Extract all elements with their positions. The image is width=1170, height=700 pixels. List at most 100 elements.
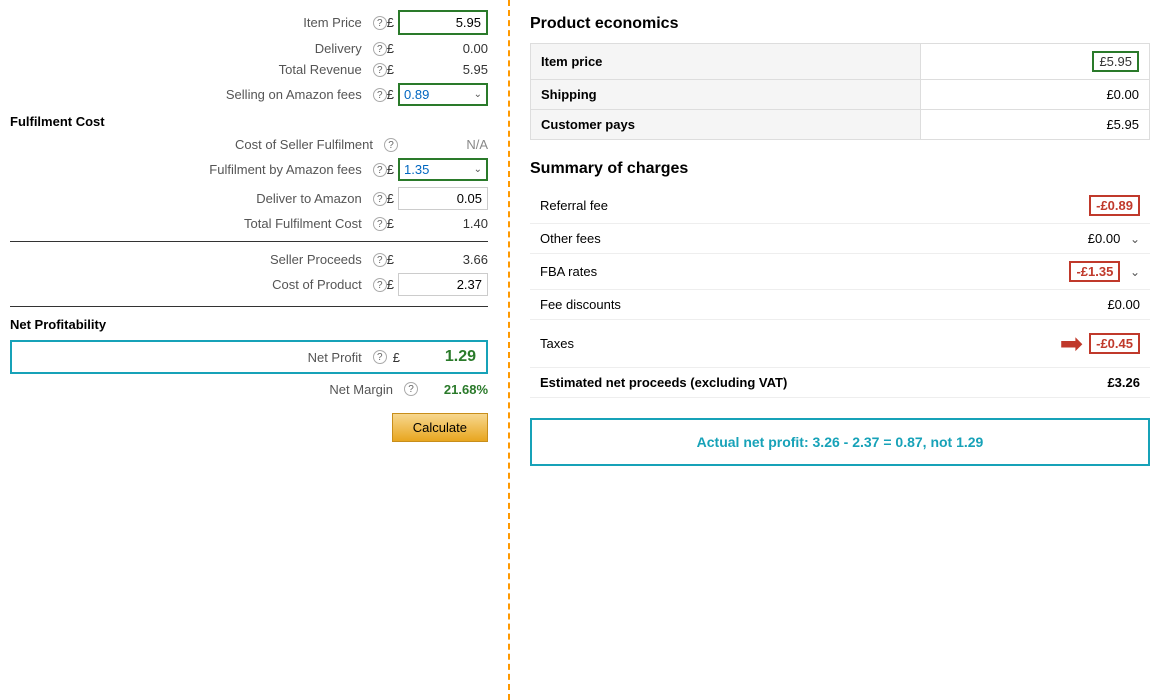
selling-fees-value: 0.89 [404, 87, 429, 102]
other-fees-value: £0.00 [1088, 231, 1121, 246]
item-price-row: Item Price ? £ [10, 10, 488, 35]
total-revenue-label: Total Revenue [10, 62, 362, 77]
net-margin-label: Net Margin [329, 382, 393, 397]
net-proceeds-label: Estimated net proceeds (excluding VAT) [530, 368, 981, 398]
left-panel: Item Price ? £ Delivery ? £ 0.00 Total R… [0, 0, 510, 700]
referral-fee-value: -£0.89 [1089, 195, 1140, 216]
selling-fees-info-icon[interactable]: ? [373, 88, 387, 102]
total-fulfilment-value: 1.40 [398, 216, 488, 231]
fulfilment-cost-title: Fulfilment Cost [10, 114, 488, 129]
item-price-info-icon[interactable]: ? [373, 16, 387, 30]
deliver-amazon-info-icon[interactable]: ? [373, 192, 387, 206]
deliver-amazon-row: Deliver to Amazon ? £ [10, 187, 488, 210]
referral-fee-row: Referral fee -£0.89 [530, 188, 1150, 224]
delivery-label: Delivery [10, 41, 362, 56]
deliver-amazon-label: Deliver to Amazon [10, 191, 362, 206]
total-revenue-info-icon[interactable]: ? [373, 63, 387, 77]
other-fees-row: Other fees £0.00 ⌄ [530, 224, 1150, 254]
product-economics-section: Product economics Item price £5.95 Shipp… [530, 15, 1150, 140]
selling-fees-row: Selling on Amazon fees ? £ 0.89 ⌄ [10, 83, 488, 106]
total-revenue-row: Total Revenue ? £ 5.95 [10, 62, 488, 77]
actual-net-profit-text: Actual net profit: 3.26 - 2.37 = 0.87, n… [697, 434, 984, 450]
net-profit-box: Net Profit ? £ 1.29 [10, 340, 488, 374]
selling-fees-dropdown[interactable]: 0.89 ⌄ [398, 83, 488, 106]
fba-rates-label: FBA rates [530, 254, 981, 290]
delivery-row: Delivery ? £ 0.00 [10, 41, 488, 56]
cost-of-product-input[interactable] [398, 273, 488, 296]
net-margin-info-icon[interactable]: ? [404, 382, 418, 396]
fba-fees-row: Fulfilment by Amazon fees ? £ 1.35 ⌄ [10, 158, 488, 181]
fba-fees-dropdown[interactable]: 1.35 ⌄ [398, 158, 488, 181]
net-proceeds-row: Estimated net proceeds (excluding VAT) £… [530, 368, 1150, 398]
total-fulfilment-row: Total Fulfilment Cost ? £ 1.40 [10, 216, 488, 231]
cost-seller-row: Cost of Seller Fulfilment ? N/A [10, 137, 488, 152]
cost-seller-value: N/A [398, 137, 488, 152]
right-panel: Product economics Item price £5.95 Shipp… [510, 0, 1170, 700]
referral-fee-label: Referral fee [530, 188, 981, 224]
calculate-button[interactable]: Calculate [392, 413, 488, 442]
seller-proceeds-info-icon[interactable]: ? [373, 253, 387, 267]
taxes-label: Taxes [530, 320, 981, 368]
cost-of-product-info-icon[interactable]: ? [373, 278, 387, 292]
fee-discounts-value: £0.00 [1107, 297, 1140, 312]
selling-fees-arrow-icon: ⌄ [474, 89, 482, 100]
fee-discounts-row: Fee discounts £0.00 [530, 290, 1150, 320]
deliver-amazon-input[interactable] [398, 187, 488, 210]
delivery-value: 0.00 [398, 41, 488, 56]
net-profitability-title: Net Profitability [10, 317, 488, 332]
separator-1 [10, 241, 488, 242]
actual-net-profit-box: Actual net profit: 3.26 - 2.37 = 0.87, n… [530, 418, 1150, 466]
product-economics-table: Item price £5.95 Shipping £0.00 Customer… [530, 43, 1150, 140]
net-profit-value: 1.29 [406, 348, 476, 366]
cost-seller-label: Cost of Seller Fulfilment [10, 137, 373, 152]
summary-section: Summary of charges Referral fee -£0.89 O… [530, 160, 1150, 398]
econ-customer-pays-label: Customer pays [531, 110, 921, 140]
fba-fees-value: 1.35 [404, 162, 429, 177]
other-fees-chevron-icon[interactable]: ⌄ [1130, 232, 1140, 246]
seller-proceeds-value: 3.66 [398, 252, 488, 267]
net-margin-value: 21.68% [418, 382, 488, 397]
econ-item-price-box: £5.95 [1092, 51, 1139, 72]
econ-customer-pays-value: £5.95 [920, 110, 1149, 140]
total-fulfilment-label: Total Fulfilment Cost [10, 216, 362, 231]
summary-title: Summary of charges [530, 160, 1150, 178]
econ-shipping-value: £0.00 [920, 80, 1149, 110]
fba-rates-row: FBA rates -£1.35 ⌄ [530, 254, 1150, 290]
fba-fees-info-icon[interactable]: ? [373, 163, 387, 177]
cost-seller-info-icon[interactable]: ? [384, 138, 398, 152]
taxes-value-cell: ➡ -£0.45 [981, 320, 1150, 368]
taxes-value: -£0.45 [1089, 333, 1140, 354]
econ-item-price-label: Item price [531, 44, 921, 80]
seller-proceeds-label: Seller Proceeds [10, 252, 362, 267]
net-profit-currency: £ [393, 350, 400, 365]
fba-fees-label: Fulfilment by Amazon fees [10, 162, 362, 177]
econ-customer-pays-row: Customer pays £5.95 [531, 110, 1150, 140]
cost-of-product-label: Cost of Product [10, 277, 362, 292]
econ-shipping-row: Shipping £0.00 [531, 80, 1150, 110]
net-proceeds-value: £3.26 [981, 368, 1150, 398]
other-fees-label: Other fees [530, 224, 981, 254]
referral-fee-value-cell: -£0.89 [981, 188, 1150, 224]
item-price-input[interactable] [398, 10, 488, 35]
econ-item-price-row: Item price £5.95 [531, 44, 1150, 80]
product-economics-title: Product economics [530, 15, 1150, 33]
total-revenue-value: 5.95 [398, 62, 488, 77]
separator-2 [10, 306, 488, 307]
net-margin-row: Net Margin ? 21.68% [10, 382, 488, 397]
fee-discounts-value-cell: £0.00 [981, 290, 1150, 320]
fee-discounts-label: Fee discounts [530, 290, 981, 320]
fba-rates-chevron-icon[interactable]: ⌄ [1130, 265, 1140, 279]
fba-rates-value-cell: -£1.35 ⌄ [981, 254, 1150, 290]
net-profit-info-icon[interactable]: ? [373, 350, 387, 364]
net-profit-label: Net Profit [22, 350, 362, 365]
fba-fees-arrow-icon: ⌄ [474, 164, 482, 175]
cost-of-product-row: Cost of Product ? £ [10, 273, 488, 296]
econ-shipping-label: Shipping [531, 80, 921, 110]
total-fulfilment-info-icon[interactable]: ? [373, 217, 387, 231]
taxes-row: Taxes ➡ -£0.45 [530, 320, 1150, 368]
other-fees-value-cell: £0.00 ⌄ [981, 224, 1150, 254]
item-price-label: Item Price [10, 15, 362, 30]
delivery-info-icon[interactable]: ? [373, 42, 387, 56]
red-arrow-icon: ➡ [1060, 327, 1083, 360]
econ-item-price-value: £5.95 [920, 44, 1149, 80]
